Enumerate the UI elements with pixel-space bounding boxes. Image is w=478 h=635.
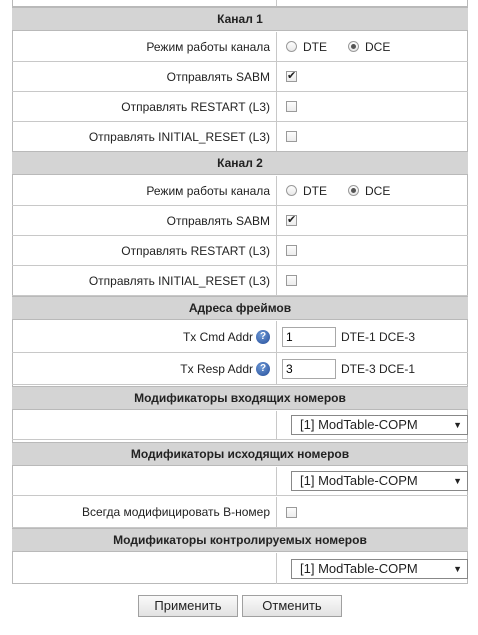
channel2-mode-row: Режим работы канала DTE DCE xyxy=(12,176,468,206)
outgoing-modifier-value: [1] ModTable-COPM xyxy=(300,473,418,488)
dropdown-arrow-icon: ▼ xyxy=(453,420,462,430)
channel2-initreset-checkbox[interactable] xyxy=(286,275,297,286)
tx-resp-row: Tx Resp Addr? DTE-3 DCE-1 xyxy=(12,353,468,385)
incoming-row: [1] ModTable-COPM ▼ xyxy=(12,411,468,440)
channel1-mode-dce-label: DCE xyxy=(365,39,391,54)
channel1-sabm-label: Отправлять SABM xyxy=(166,69,270,84)
channel1-mode-dte-radio[interactable] xyxy=(286,41,297,52)
dropdown-arrow-icon: ▼ xyxy=(453,563,462,574)
apply-button[interactable]: Применить xyxy=(138,595,238,617)
channel1-restart-checkbox[interactable] xyxy=(286,101,297,112)
always-modify-value xyxy=(276,497,468,527)
tx-cmd-value-cell: DTE-1 DCE-3 xyxy=(276,321,468,352)
tx-resp-hint: DTE-3 DCE-1 xyxy=(341,361,416,376)
channel1-header: Канал 1 xyxy=(12,7,468,31)
channel1-initreset-value xyxy=(276,122,468,151)
controlled-modifier-select[interactable]: [1] ModTable-COPM ▼ xyxy=(291,558,468,579)
always-modify-label: Всегда модифицировать В-номер xyxy=(81,505,270,519)
channel1-mode-label: Режим работы канала xyxy=(146,39,270,54)
channel1-initreset-checkbox[interactable] xyxy=(286,131,297,142)
channel1-mode-row: Режим работы канала DTE DCE xyxy=(12,32,468,62)
channel2-initreset-row: Отправлять INITIAL_RESET (L3) xyxy=(12,266,468,296)
dropdown-arrow-icon: ▼ xyxy=(453,476,462,486)
channel1-initreset-label: Отправлять INITIAL_RESET (L3) xyxy=(88,129,270,144)
channel1-sabm-checkbox[interactable] xyxy=(286,69,297,82)
channel2-restart-label: Отправлять RESTART (L3) xyxy=(121,243,270,258)
tx-resp-value-cell: DTE-3 DCE-1 xyxy=(276,353,468,384)
tx-cmd-label-cell: Tx Cmd Addr? xyxy=(12,321,276,352)
outgoing-label-cell xyxy=(12,467,276,495)
channel2-sabm-label: Отправлять SABM xyxy=(166,213,270,228)
controlled-modifier-value: [1] ModTable-COPM xyxy=(300,560,418,576)
channel2-initreset-label: Отправлять INITIAL_RESET (L3) xyxy=(88,273,270,288)
channel1-mode-dte-label: DTE xyxy=(303,39,327,54)
tx-cmd-input[interactable] xyxy=(282,326,336,347)
channel2-mode-dte-label: DTE xyxy=(303,183,327,198)
channel1-mode-dce-radio[interactable] xyxy=(348,41,359,52)
channel2-mode-dte-radio[interactable] xyxy=(286,185,297,196)
always-modify-row: Всегда модифицировать В-номер xyxy=(12,497,468,528)
outgoing-row: [1] ModTable-COPM ▼ xyxy=(12,467,468,496)
channel1-restart-label: Отправлять RESTART (L3) xyxy=(121,99,270,114)
incoming-label-cell xyxy=(12,411,276,439)
channel2-sabm-row: Отправлять SABM xyxy=(12,206,468,236)
controlled-header: Модификаторы контролируемых номеров xyxy=(12,528,468,552)
channel2-restart-value xyxy=(276,236,468,265)
tx-cmd-hint: DTE-1 DCE-3 xyxy=(341,329,416,344)
channel1-restart-row: Отправлять RESTART (L3) xyxy=(12,92,468,122)
always-modify-checkbox[interactable] xyxy=(286,506,297,518)
tx-cmd-label: Tx Cmd Addr xyxy=(182,329,253,344)
column-divider xyxy=(276,0,277,6)
outgoing-modifier-select[interactable]: [1] ModTable-COPM ▼ xyxy=(291,471,468,491)
incoming-value-cell: [1] ModTable-COPM ▼ xyxy=(276,411,468,439)
outgoing-value-cell: [1] ModTable-COPM ▼ xyxy=(276,467,468,495)
tx-resp-label-cell: Tx Resp Addr? xyxy=(12,353,276,384)
controlled-value-cell: [1] ModTable-COPM ▼ xyxy=(276,553,468,584)
channel2-header: Канал 2 xyxy=(12,151,468,175)
channel1-initreset-row: Отправлять INITIAL_RESET (L3) xyxy=(12,122,468,152)
channel1-restart-value xyxy=(276,92,468,121)
help-icon[interactable]: ? xyxy=(256,361,270,376)
channel2-mode-dce-radio[interactable] xyxy=(348,185,359,196)
tx-resp-input[interactable] xyxy=(282,358,336,379)
controlled-label-cell xyxy=(12,553,276,584)
channel2-restart-checkbox[interactable] xyxy=(286,245,297,256)
channel2-mode-label: Режим работы канала xyxy=(146,183,270,198)
frames-header: Адреса фреймов xyxy=(12,296,468,320)
controlled-row: [1] ModTable-COPM ▼ xyxy=(12,553,468,584)
channel1-sabm-value xyxy=(276,62,468,91)
channel2-mode-dce-label: DCE xyxy=(365,183,391,198)
incoming-modifier-value: [1] ModTable-COPM xyxy=(300,417,418,432)
channel1-mode-value: DTE DCE xyxy=(276,32,468,61)
channel2-restart-row: Отправлять RESTART (L3) xyxy=(12,236,468,266)
channel1-sabm-row: Отправлять SABM xyxy=(12,62,468,92)
channel2-sabm-value xyxy=(276,206,468,235)
channel2-sabm-checkbox[interactable] xyxy=(286,213,297,226)
outgoing-header: Модификаторы исходящих номеров xyxy=(12,442,468,466)
channel2-mode-value: DTE DCE xyxy=(276,176,468,205)
incoming-header: Модификаторы входящих номеров xyxy=(12,386,468,410)
table-top-strip xyxy=(12,0,468,7)
tx-resp-label: Tx Resp Addr xyxy=(180,361,253,376)
cancel-button[interactable]: Отменить xyxy=(242,595,342,617)
help-icon[interactable]: ? xyxy=(256,329,270,344)
channel2-initreset-value xyxy=(276,266,468,295)
tx-cmd-row: Tx Cmd Addr? DTE-1 DCE-3 xyxy=(12,321,468,353)
incoming-modifier-select[interactable]: [1] ModTable-COPM ▼ xyxy=(291,415,468,435)
